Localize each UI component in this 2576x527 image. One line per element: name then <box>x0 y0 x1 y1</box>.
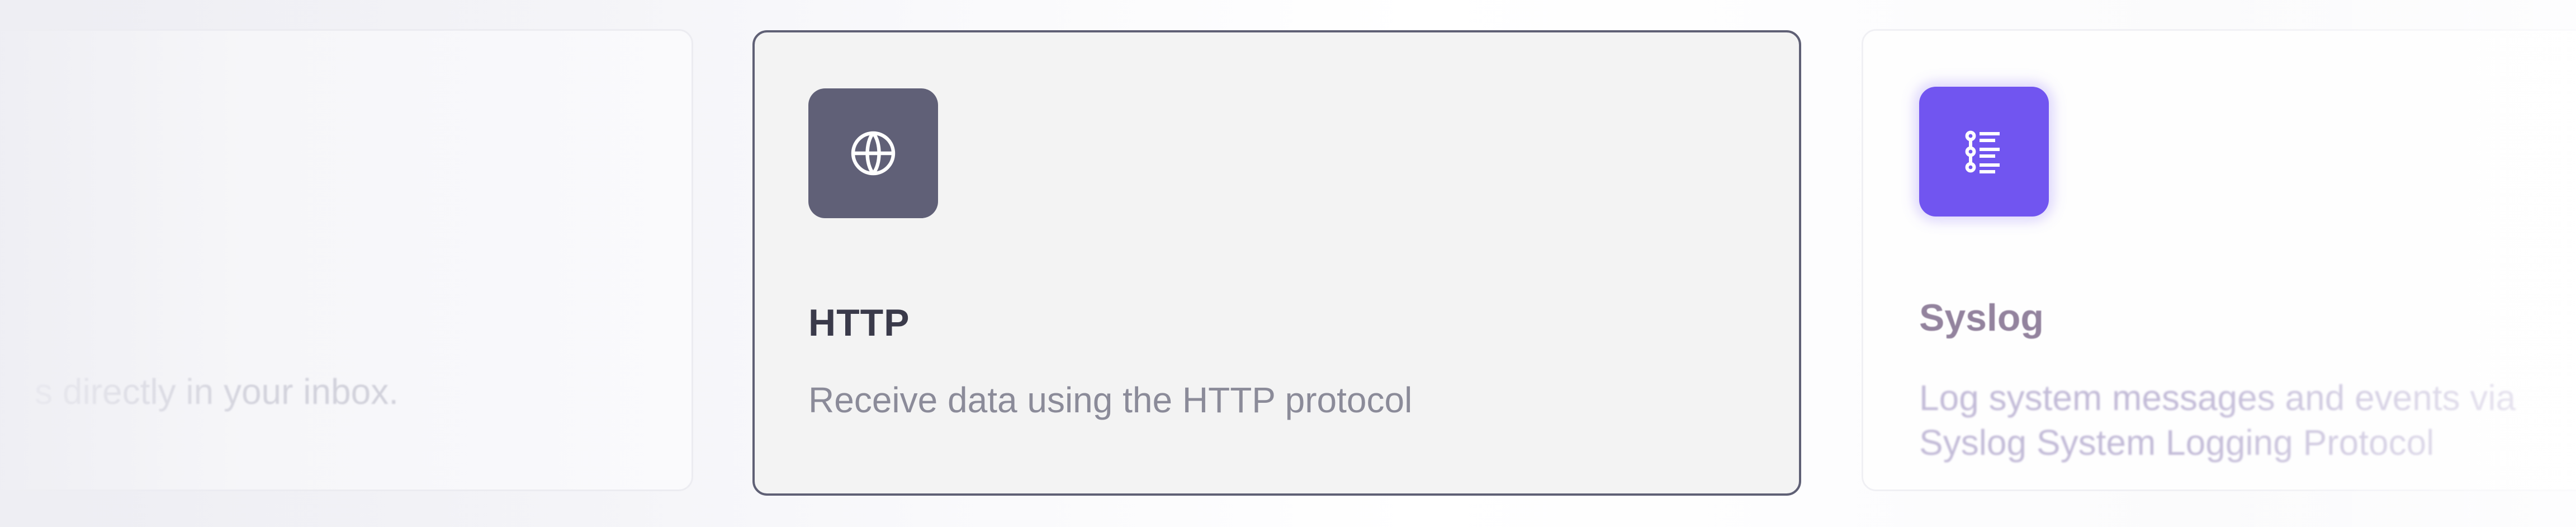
list-icon <box>1965 130 2000 173</box>
card-title: Syslog <box>1919 297 2044 339</box>
http-icon-tile <box>808 88 938 218</box>
card-description: Log system messages and events via Syslo… <box>1919 375 2576 465</box>
card-description-line: Log system messages and events via <box>1919 378 2516 418</box>
card-description-line: Syslog System Logging Protocol <box>1919 422 2435 463</box>
integration-cards-row: s directly in your inbox. HTTP Receive d… <box>0 0 2576 527</box>
card-description: s directly in your inbox. <box>35 371 399 412</box>
globe-icon <box>851 131 896 176</box>
card-title: HTTP <box>808 302 910 344</box>
syslog-icon-tile <box>1919 87 2049 217</box>
card-description: Receive data using the HTTP protocol <box>808 380 1413 420</box>
integration-card-http[interactable]: HTTP Receive data using the HTTP protoco… <box>752 30 1801 496</box>
integration-card-syslog[interactable]: Syslog Log system messages and events vi… <box>1862 29 2576 491</box>
integration-card-email[interactable]: s directly in your inbox. <box>0 29 693 491</box>
